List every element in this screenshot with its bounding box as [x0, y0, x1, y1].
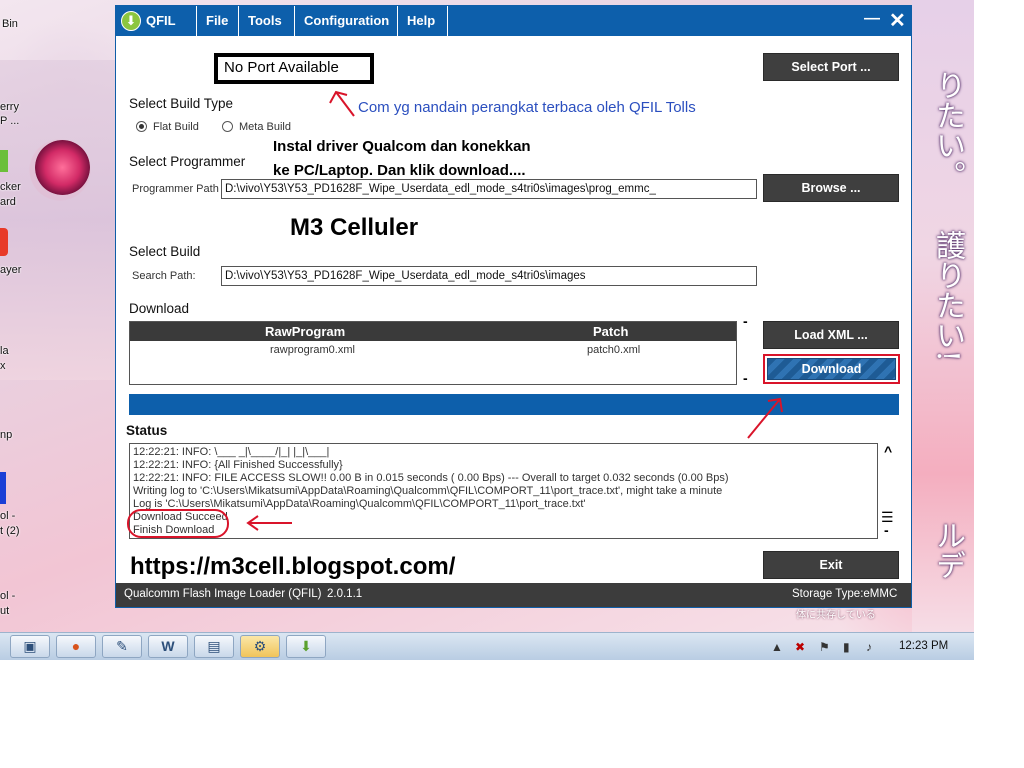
- wallpaper-caption: 体に共存している: [796, 610, 876, 621]
- desktop-icon-label[interactable]: erry: [0, 101, 19, 113]
- notepad-icon[interactable]: ▤: [194, 635, 234, 658]
- desktop-icon-label[interactable]: x: [0, 360, 6, 372]
- desktop-icon-label[interactable]: np: [0, 429, 12, 441]
- window-status-bar: Qualcomm Flash Image Loader (QFIL) 2.0.1…: [116, 583, 911, 607]
- arrow-port-head: [329, 90, 348, 104]
- desktop-app-icon[interactable]: [0, 472, 6, 504]
- clock[interactable]: 12:23 PM: [899, 640, 948, 652]
- word-icon[interactable]: W: [148, 635, 188, 658]
- footer-app-title: Qualcomm Flash Image Loader (QFIL): [124, 588, 322, 600]
- volume-icon[interactable]: ♪: [866, 640, 872, 654]
- desktop-icon-label[interactable]: la: [0, 345, 9, 357]
- desktop-app-icon[interactable]: [0, 228, 8, 256]
- wallpaper-text: ルデ: [930, 520, 965, 580]
- desktop-icon-label[interactable]: ard: [0, 196, 16, 208]
- action-center-icon[interactable]: ⚑: [819, 640, 830, 654]
- wallpaper-text: りたい。: [930, 70, 965, 190]
- tool-icon[interactable]: ✎: [102, 635, 142, 658]
- network-icon[interactable]: ✖: [795, 640, 805, 654]
- red-arrows: [246, 90, 783, 531]
- desktop-icon-label[interactable]: ut: [0, 605, 9, 617]
- desktop-icon-label[interactable]: Bin: [2, 18, 18, 30]
- taskbar: ▣ ● ✎ W ▤ ⚙ ⬇ ▲ ✖ ⚑ ▮ ♪ 12:23 PM: [0, 632, 974, 660]
- desktop-icon-label[interactable]: t (2): [0, 525, 20, 537]
- wallpaper-text: 護りたい!: [930, 230, 965, 363]
- explorer-icon[interactable]: ▣: [10, 635, 50, 658]
- desktop-app-icon[interactable]: [0, 150, 8, 172]
- desktop-icon-label[interactable]: ayer: [0, 264, 21, 276]
- wallpaper-eye: [35, 140, 90, 195]
- qfil-window: ⬇ QFIL File Tools Configuration Help — ✕…: [115, 5, 912, 608]
- desktop-icon-label[interactable]: cker: [0, 181, 21, 193]
- settings-icon[interactable]: ⚙: [240, 635, 280, 658]
- footer-version: 2.0.1.1: [327, 588, 363, 600]
- qfil-taskbar-icon[interactable]: ⬇: [286, 635, 326, 658]
- desktop-icon-label[interactable]: ol -: [0, 590, 15, 602]
- signal-icon[interactable]: ▮: [843, 640, 850, 654]
- tray-expand-icon[interactable]: ▲: [771, 640, 783, 654]
- desktop-icon-label[interactable]: ol -: [0, 510, 15, 522]
- arrow-port: [335, 91, 355, 117]
- arrow-download: [747, 398, 781, 439]
- desktop-icon-label[interactable]: P ...: [0, 115, 19, 127]
- firefox-icon[interactable]: ●: [56, 635, 96, 658]
- footer-storage-type: Storage Type:eMMC: [792, 588, 898, 600]
